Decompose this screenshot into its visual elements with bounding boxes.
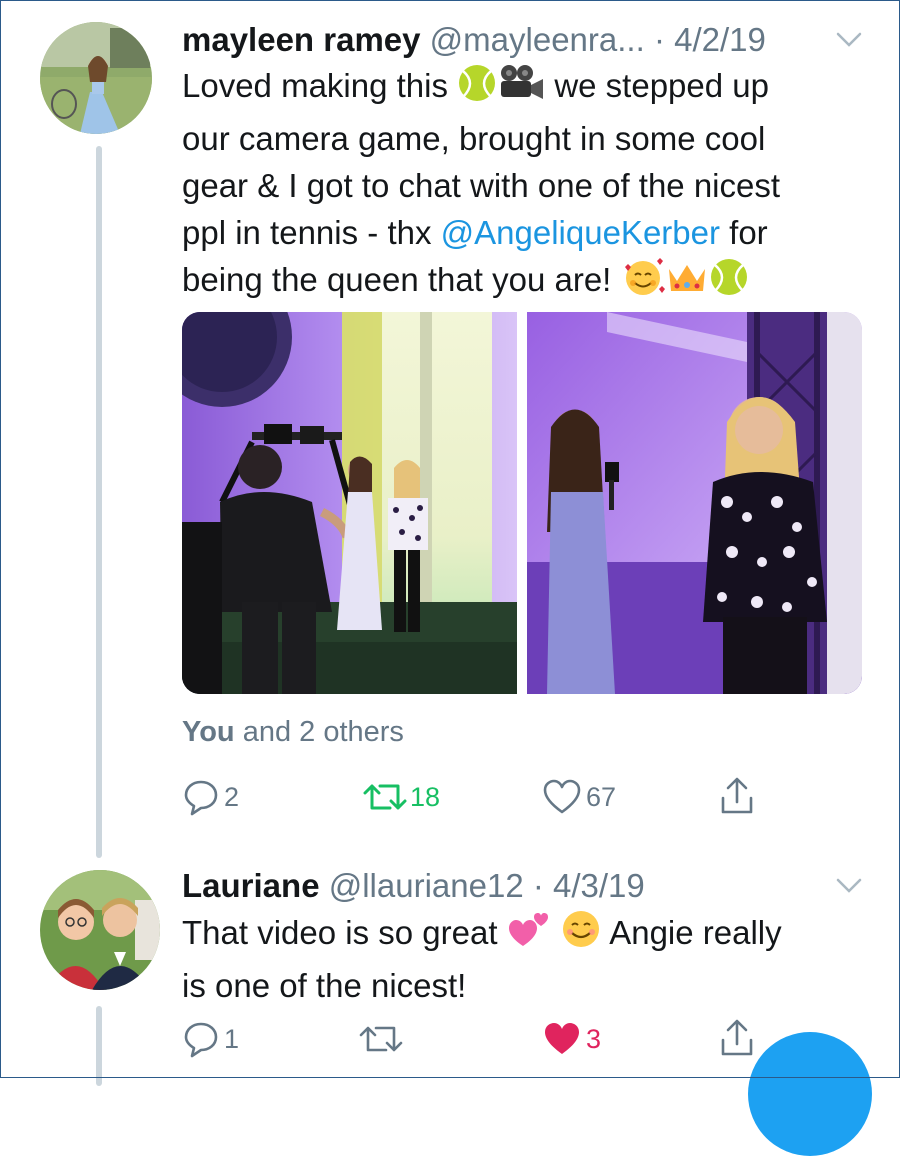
share-icon: [718, 776, 756, 816]
tweet-text: That video is so great Angie really is o…: [182, 908, 872, 1009]
photo-left[interactable]: [182, 312, 517, 694]
retweet-icon: [358, 1020, 404, 1058]
chevron-down-icon[interactable]: [836, 32, 862, 53]
crown-icon: [665, 257, 709, 309]
tweet-media[interactable]: [182, 312, 862, 694]
reply-button[interactable]: 1: [182, 1020, 239, 1058]
user-handle[interactable]: @llauriane12: [329, 867, 524, 904]
text-line: That video is so great: [182, 914, 498, 951]
heart-icon: [542, 778, 582, 816]
mention-link[interactable]: @AngeliqueKerber: [441, 214, 720, 251]
text-line: we stepped up: [554, 67, 769, 104]
photo-right[interactable]: [527, 312, 862, 694]
reply-icon: [182, 778, 220, 816]
smiling-face-with-hearts-icon: [621, 257, 665, 309]
retweet-button[interactable]: 18: [362, 778, 440, 816]
like-button[interactable]: 3: [542, 1020, 601, 1058]
heart-icon: [542, 1020, 582, 1058]
liked-by-you: You: [182, 716, 235, 748]
tennis-ball-icon: [457, 63, 497, 115]
two-hearts-icon: [507, 908, 551, 962]
movie-camera-icon: [497, 63, 545, 115]
display-name[interactable]: Lauriane: [182, 867, 320, 904]
user-handle[interactable]: @mayleenra...: [430, 21, 645, 58]
tennis-ball-icon: [709, 257, 749, 309]
text-line: being the queen that you are!: [182, 261, 612, 298]
compose-tweet-button[interactable]: [748, 1032, 872, 1156]
share-button[interactable]: [718, 1018, 756, 1058]
like-button[interactable]: 67: [542, 778, 616, 816]
retweet-count: 18: [410, 781, 441, 812]
reply-icon: [182, 1020, 220, 1058]
tweet-text: Loved making this we stepped up our came…: [182, 62, 872, 309]
chevron-down-icon[interactable]: [836, 878, 862, 899]
retweet-icon: [362, 778, 408, 816]
text-line: Loved making this: [182, 67, 448, 104]
tweet-header: Lauriane @llauriane12 · 4/3/19: [182, 866, 645, 906]
like-count: 67: [586, 781, 617, 812]
tweet-header: mayleen ramey @mayleenra... · 4/2/19: [182, 20, 766, 60]
share-button[interactable]: [718, 776, 756, 816]
liked-by-summary[interactable]: You and 2 others: [182, 716, 404, 749]
text-line: our camera game, brought in some cool: [182, 120, 766, 157]
thread-line: [96, 1006, 102, 1086]
avatar[interactable]: [40, 870, 160, 990]
retweet-button[interactable]: [358, 1020, 404, 1058]
text-line: is one of the nicest!: [182, 967, 467, 1004]
smiling-face-icon: [560, 908, 602, 962]
text-line: gear & I got to chat with one of the nic…: [182, 167, 781, 204]
avatar[interactable]: [40, 22, 152, 134]
reply-button[interactable]: 2: [182, 778, 239, 816]
share-icon: [718, 1018, 756, 1058]
reply-count: 2: [224, 781, 240, 812]
liked-by-others: and 2 others: [242, 716, 404, 748]
like-count: 3: [586, 1023, 602, 1054]
text-line: ppl in tennis - thx: [182, 214, 432, 251]
tweet-date[interactable]: · 4/3/19: [533, 867, 645, 904]
display-name[interactable]: mayleen ramey: [182, 21, 421, 58]
reply-count: 1: [224, 1023, 240, 1054]
thread-line: [96, 146, 102, 858]
tweet-date[interactable]: · 4/2/19: [654, 21, 766, 58]
text-line: for: [729, 214, 768, 251]
text-line: Angie really: [609, 914, 782, 951]
